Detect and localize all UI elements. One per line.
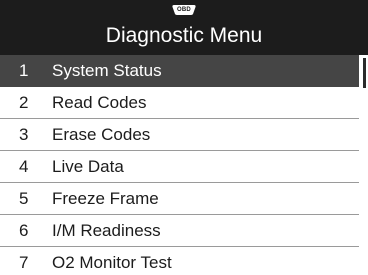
menu-item-read-codes[interactable]: 2 Read Codes — [0, 87, 359, 119]
menu-item-o2-monitor-test[interactable]: 7 O2 Monitor Test — [0, 247, 359, 275]
menu-item-live-data[interactable]: 4 Live Data — [0, 151, 359, 183]
menu-item-label: O2 Monitor Test — [52, 253, 172, 272]
menu-item-label: Read Codes — [52, 93, 147, 112]
menu-item-number: 2 — [19, 93, 29, 112]
menu-item-im-readiness[interactable]: 6 I/M Readiness — [0, 215, 359, 247]
menu-item-system-status[interactable]: 1 System Status — [0, 55, 359, 87]
scrollbar-thumb[interactable] — [363, 58, 366, 88]
scrollbar[interactable] — [361, 55, 368, 275]
obd-logo-icon: OBD — [171, 4, 197, 16]
menu-item-number: 6 — [19, 221, 29, 240]
obd-logo-text: OBD — [177, 7, 191, 13]
menu-item-freeze-frame[interactable]: 5 Freeze Frame — [0, 183, 359, 215]
menu-item-number: 4 — [19, 157, 29, 176]
menu-item-label: Live Data — [52, 157, 124, 176]
menu-item-number: 5 — [19, 189, 29, 208]
menu-item-number: 3 — [19, 125, 29, 144]
menu-item-number: 1 — [19, 61, 29, 80]
menu-item-label: I/M Readiness — [52, 221, 161, 240]
menu-item-number: 7 — [19, 253, 29, 272]
header-bar: OBD Diagnostic Menu — [0, 0, 368, 55]
menu-list: 1 System Status 2 Read Codes 3 Erase Cod… — [0, 55, 368, 275]
diagnostic-screen: OBD Diagnostic Menu 1 System Status 2 Re… — [0, 0, 368, 275]
menu-item-erase-codes[interactable]: 3 Erase Codes — [0, 119, 359, 151]
menu-item-label: Erase Codes — [52, 125, 151, 144]
page-title: Diagnostic Menu — [105, 24, 263, 47]
menu-item-label: System Status — [52, 61, 162, 80]
menu-item-label: Freeze Frame — [52, 189, 159, 208]
